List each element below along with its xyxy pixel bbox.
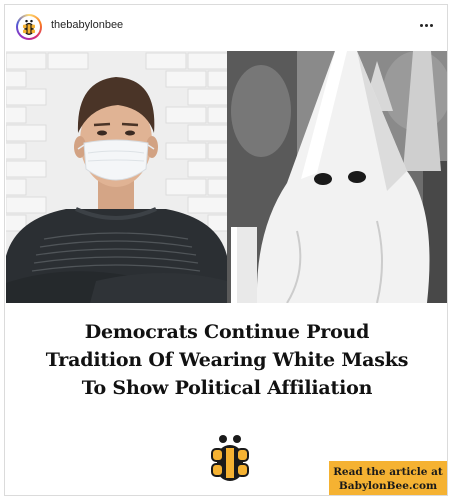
read-article-badge[interactable]: Read the article at BabylonBee.com [329,461,447,495]
post-image[interactable] [6,51,447,303]
instagram-post: thebabylonbee Democrats Continue Proud T… [4,4,448,496]
man-in-mask-photo [6,51,227,303]
account-avatar[interactable] [16,14,42,40]
headline-line-3: To Show Political Affiliation [81,377,373,399]
hooded-figure-photo [227,51,447,303]
bee-logo-icon [18,16,40,38]
cta-line-1: Read the article at [333,466,443,478]
post-headline: Democrats Continue Proud Tradition Of We… [17,318,437,402]
cta-line-2: BabylonBee.com [338,480,438,492]
more-options-icon[interactable] [415,15,437,35]
headline-line-1: Democrats Continue Proud [84,321,370,343]
post-header: thebabylonbee [5,5,447,49]
headline-line-2: Tradition Of Wearing White Masks [45,349,409,371]
account-username[interactable]: thebabylonbee [51,19,123,31]
bee-logo-icon [211,435,249,481]
